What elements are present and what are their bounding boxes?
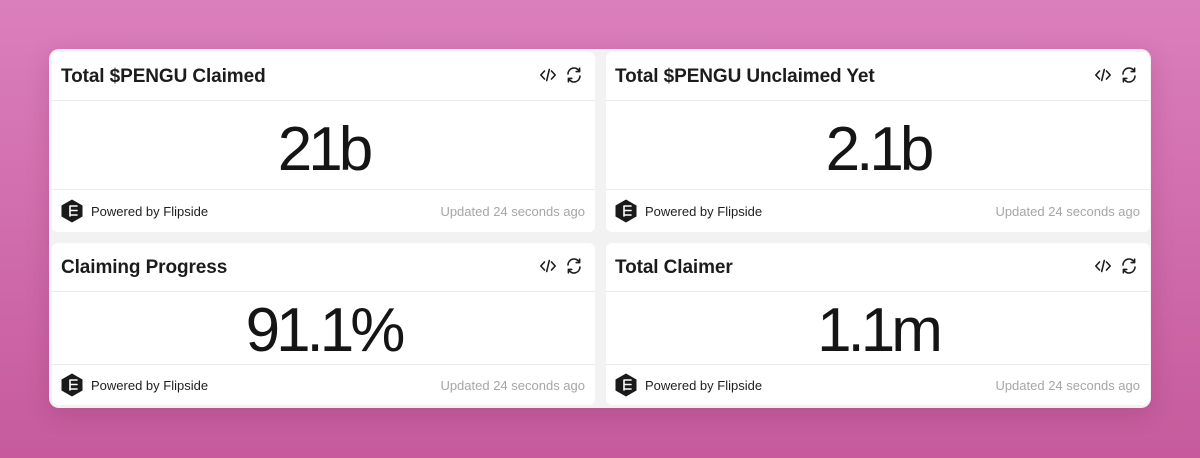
card-header: Total $PENGU Unclaimed Yet [606,52,1150,101]
refresh-icon[interactable] [1120,66,1138,84]
card-tools [1094,257,1138,275]
dashboard-grid: Total $PENGU Claimed 21b Powered by Flip… [49,49,1151,408]
card-footer: Powered by Flipside Updated 24 seconds a… [606,189,1150,232]
stat-value: 1.1m [817,296,943,365]
card-tools [1094,66,1138,84]
card-footer: Powered by Flipside Updated 24 seconds a… [52,364,595,405]
card-title: Total $PENGU Unclaimed Yet [615,66,875,87]
card-title: Total $PENGU Claimed [61,66,266,87]
powered-by-link[interactable]: Powered by Flipside [645,378,762,393]
flipside-logo-icon[interactable] [61,373,83,397]
code-icon[interactable] [1094,66,1112,84]
card-header: Claiming Progress [52,243,595,292]
card-title: Claiming Progress [61,257,228,278]
code-icon[interactable] [1094,257,1112,275]
stat-value: 2.1b [825,115,935,184]
stat-value: 91.1% [245,296,406,365]
powered-by-link[interactable]: Powered by Flipside [91,378,208,393]
stat-value: 21b [277,115,373,184]
card-footer: Powered by Flipside Updated 24 seconds a… [52,189,595,232]
stat-card-claiming-progress: Claiming Progress 91.1% Powered by Flips… [52,243,595,405]
card-title: Total Claimer [615,257,733,278]
card-footer: Powered by Flipside Updated 24 seconds a… [606,364,1150,405]
code-icon[interactable] [539,257,557,275]
stat-card-total-claimer: Total Claimer 1.1m Powered by Flipside U… [606,243,1150,405]
updated-timestamp: Updated 24 seconds ago [995,204,1140,219]
updated-timestamp: Updated 24 seconds ago [995,378,1140,393]
card-tools [539,257,583,275]
powered-by-link[interactable]: Powered by Flipside [91,204,208,219]
card-tools [539,66,583,84]
card-header: Total Claimer [606,243,1150,292]
powered-by-link[interactable]: Powered by Flipside [645,204,762,219]
stat-card-total-claimed: Total $PENGU Claimed 21b Powered by Flip… [52,52,595,232]
refresh-icon[interactable] [565,66,583,84]
card-header: Total $PENGU Claimed [52,52,595,101]
stat-card-unclaimed: Total $PENGU Unclaimed Yet 2.1b Powered … [606,52,1150,232]
flipside-logo-icon[interactable] [61,199,83,223]
refresh-icon[interactable] [1120,257,1138,275]
updated-timestamp: Updated 24 seconds ago [440,378,585,393]
refresh-icon[interactable] [565,257,583,275]
code-icon[interactable] [539,66,557,84]
flipside-logo-icon[interactable] [615,199,637,223]
updated-timestamp: Updated 24 seconds ago [440,204,585,219]
flipside-logo-icon[interactable] [615,373,637,397]
